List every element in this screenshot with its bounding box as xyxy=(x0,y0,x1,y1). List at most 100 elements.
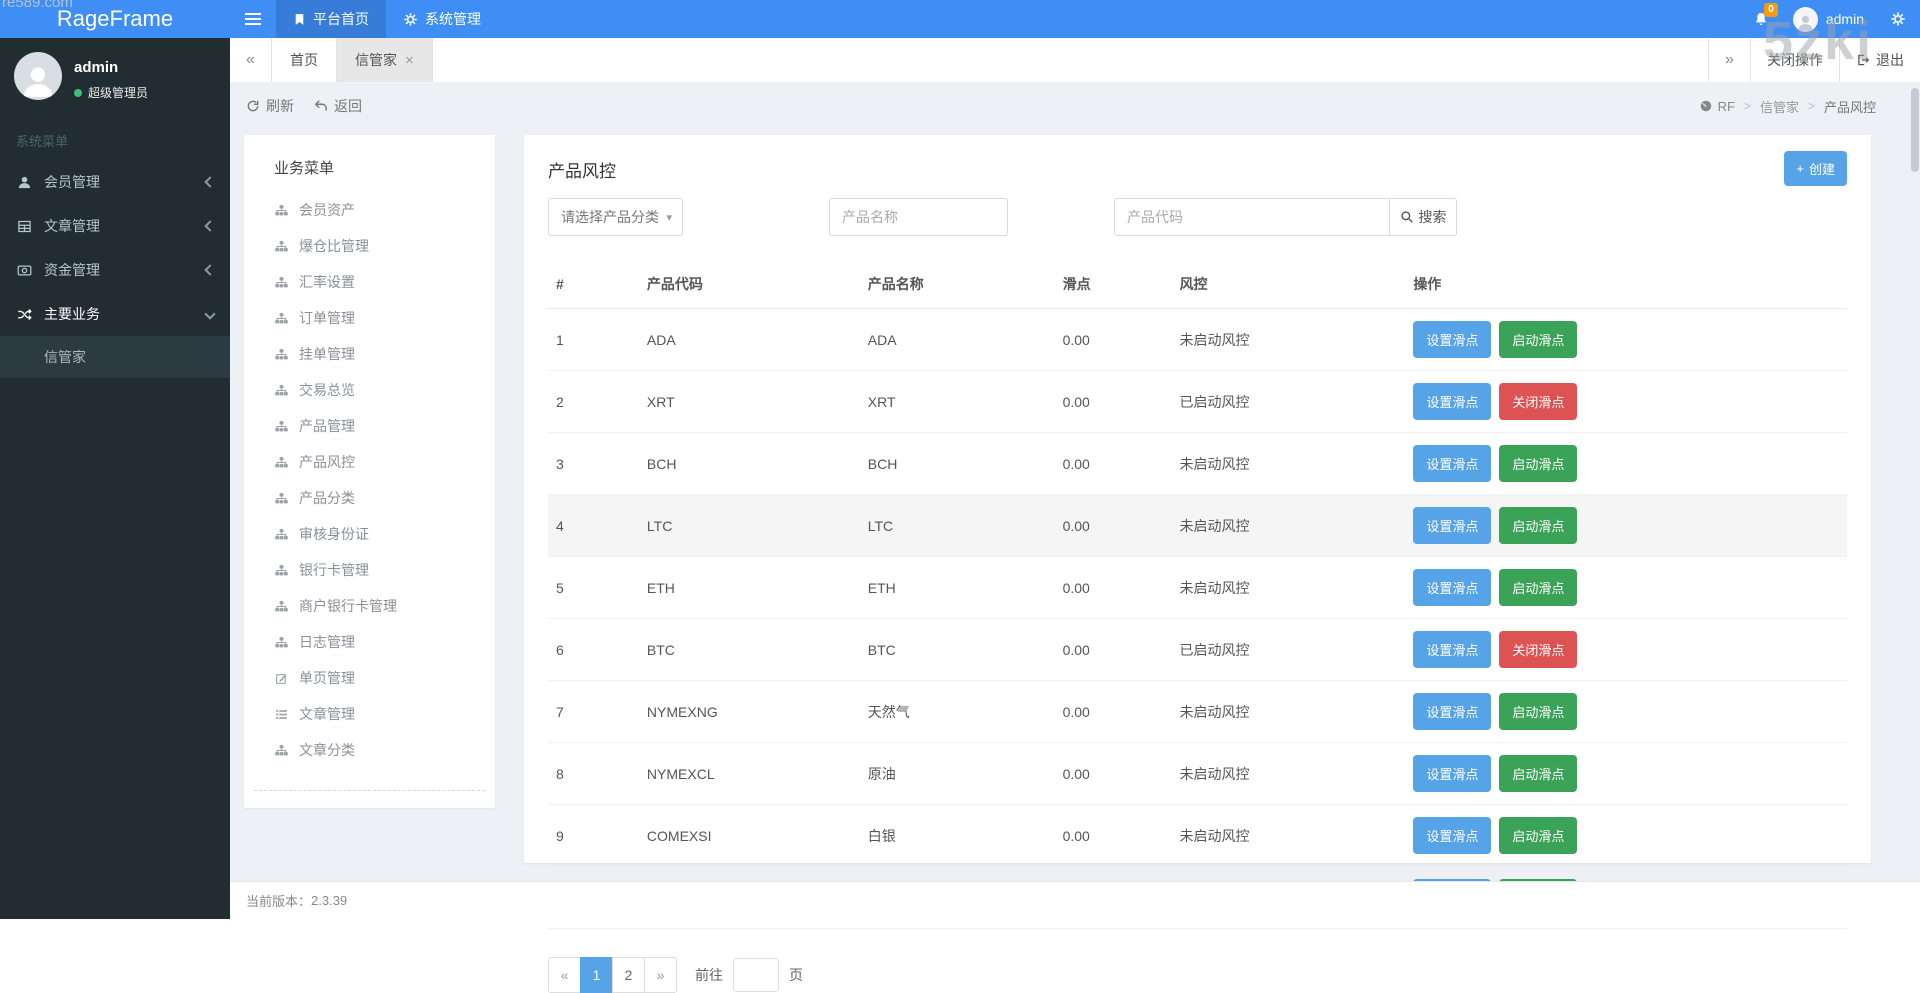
sitemap-icon xyxy=(274,276,288,289)
sidebar-subitem-xinguanjia[interactable]: 信管家 xyxy=(0,336,230,378)
set-slip-button[interactable]: 设置滑点 xyxy=(1413,321,1492,358)
product-risk-panel: 产品风控 + 创建 请选择产品分类 ▾ 搜索 xyxy=(524,135,1871,993)
business-menu-item[interactable]: 审核身份证 xyxy=(244,516,495,552)
business-menu-item-label: 产品风控 xyxy=(299,454,355,470)
toolbar-breadcrumb-row: 刷新 返回 RF > 信管家 > 产品风控 xyxy=(230,82,1920,130)
business-menu-item[interactable]: 产品分类 xyxy=(244,480,495,516)
product-category-select[interactable]: 请选择产品分类 ▾ xyxy=(548,198,683,236)
cell-slip: 0.00 xyxy=(1054,494,1172,557)
logout-button[interactable]: 退出 xyxy=(1839,38,1920,82)
business-menu-item[interactable]: 产品管理 xyxy=(244,408,495,444)
page-suffix-label: 页 xyxy=(789,967,803,983)
user-menu-button[interactable]: admin xyxy=(1781,0,1876,38)
product-code-input[interactable] xyxy=(1114,198,1390,236)
stop-slip-button[interactable]: 关闭滑点 xyxy=(1499,631,1578,668)
start-slip-button[interactable]: 启动滑点 xyxy=(1499,817,1578,854)
brand-logo[interactable]: RageFrame xyxy=(0,0,230,38)
refresh-button[interactable]: 刷新 xyxy=(246,96,294,116)
start-slip-button[interactable]: 启动滑点 xyxy=(1499,693,1578,730)
pagination-page-2[interactable]: 2 xyxy=(612,957,645,993)
pagination-page-1[interactable]: 1 xyxy=(580,957,613,993)
nav-item-system-manage[interactable]: 系统管理 xyxy=(386,0,498,38)
column-header-risk: 风控 xyxy=(1171,260,1406,309)
nav-item-platform-home[interactable]: 平台首页 xyxy=(276,0,386,38)
set-slip-button[interactable]: 设置滑点 xyxy=(1413,817,1492,854)
business-menu-item[interactable]: 商户银行卡管理 xyxy=(244,588,495,624)
business-menu-item[interactable]: 爆仓比管理 xyxy=(244,228,495,264)
cell-risk-status: 未启动风控 xyxy=(1171,742,1406,805)
filter-row: 请选择产品分类 ▾ 搜索 xyxy=(548,198,1847,238)
business-menu-item[interactable]: 文章分类 xyxy=(244,732,495,768)
start-slip-button[interactable]: 启动滑点 xyxy=(1499,569,1578,606)
sidebar-user-info: admin 超级管理员 xyxy=(74,52,148,101)
search-icon xyxy=(1400,210,1414,224)
cell-name: ADA xyxy=(859,308,1055,371)
business-menu-item[interactable]: 挂单管理 xyxy=(244,336,495,372)
sidebar-submenu: 信管家 xyxy=(0,336,230,378)
business-menu-item[interactable]: 银行卡管理 xyxy=(244,552,495,588)
breadcrumb-home[interactable]: RF xyxy=(1699,99,1735,114)
start-slip-button[interactable]: 启动滑点 xyxy=(1499,507,1578,544)
search-button[interactable]: 搜索 xyxy=(1390,198,1457,236)
set-slip-button[interactable]: 设置滑点 xyxy=(1413,755,1492,792)
cell-name: 原油 xyxy=(859,742,1055,805)
cell-code: NYMEXCL xyxy=(638,742,860,805)
business-menu-item[interactable]: 单页管理 xyxy=(244,660,495,696)
column-header-index: # xyxy=(548,260,639,309)
tab-xinguanjia[interactable]: 信管家 × xyxy=(337,38,433,82)
sidebar-item-funds[interactable]: 资金管理 xyxy=(0,248,230,292)
sitemap-icon xyxy=(274,744,288,757)
product-code-group: 搜索 xyxy=(1114,198,1457,236)
create-button[interactable]: + 创建 xyxy=(1784,151,1847,186)
back-button[interactable]: 返回 xyxy=(314,96,362,116)
notifications-button[interactable]: 0 xyxy=(1741,0,1781,38)
business-menu-item[interactable]: 交易总览 xyxy=(244,372,495,408)
set-slip-button[interactable]: 设置滑点 xyxy=(1413,631,1492,668)
close-icon[interactable]: × xyxy=(405,52,414,69)
set-slip-button[interactable]: 设置滑点 xyxy=(1413,507,1492,544)
back-arrow-icon xyxy=(314,99,328,113)
breadcrumb-item[interactable]: 信管家 xyxy=(1760,97,1799,116)
set-slip-button[interactable]: 设置滑点 xyxy=(1413,693,1492,730)
close-operations-button[interactable]: 关闭操作 xyxy=(1750,38,1839,82)
avatar xyxy=(1792,6,1818,32)
settings-button[interactable] xyxy=(1876,0,1920,38)
tab-home[interactable]: 首页 xyxy=(272,38,337,82)
table-row: 4 LTC LTC 0.00 未启动风控 设置滑点 启动滑点 xyxy=(548,494,1847,557)
scrollbar-thumb[interactable] xyxy=(1911,88,1919,172)
set-slip-button[interactable]: 设置滑点 xyxy=(1413,569,1492,606)
set-slip-button[interactable]: 设置滑点 xyxy=(1413,383,1492,420)
product-name-input[interactable] xyxy=(829,198,1008,236)
business-menu-item[interactable]: 文章管理 xyxy=(244,696,495,732)
sidebar-item-main-business[interactable]: 主要业务 xyxy=(0,292,230,336)
goto-page-input[interactable] xyxy=(733,958,779,992)
start-slip-button[interactable]: 启动滑点 xyxy=(1499,321,1578,358)
pagination-prev-button[interactable]: « xyxy=(548,957,581,993)
sidebar-toggle-button[interactable] xyxy=(230,0,276,38)
vertical-scrollbar[interactable] xyxy=(1911,84,1919,917)
refresh-icon xyxy=(246,99,260,113)
cell-code: BTC xyxy=(638,618,860,681)
tabs-scroll-left-button[interactable]: « xyxy=(230,38,272,82)
business-menu-item[interactable]: 会员资产 xyxy=(244,192,495,228)
business-menu-item[interactable]: 汇率设置 xyxy=(244,264,495,300)
business-menu-item-label: 文章分类 xyxy=(299,742,355,758)
sidebar-item-articles[interactable]: 文章管理 xyxy=(0,204,230,248)
stop-slip-button[interactable]: 关闭滑点 xyxy=(1499,383,1578,420)
start-slip-button[interactable]: 启动滑点 xyxy=(1499,445,1578,482)
cell-slip: 0.00 xyxy=(1054,556,1172,619)
cell-code: ETH xyxy=(638,556,860,619)
tabs-scroll-right-button[interactable]: » xyxy=(1708,38,1750,82)
cell-slip: 0.00 xyxy=(1054,680,1172,743)
business-menu-item[interactable]: 订单管理 xyxy=(244,300,495,336)
pagination-next-button[interactable]: » xyxy=(644,957,677,993)
business-menu-item[interactable]: 日志管理 xyxy=(244,624,495,660)
set-slip-button[interactable]: 设置滑点 xyxy=(1413,445,1492,482)
cell-risk-status: 未启动风控 xyxy=(1171,432,1406,495)
sidebar-item-members[interactable]: 会员管理 xyxy=(0,160,230,204)
business-menu-item[interactable]: 产品风控 xyxy=(244,444,495,480)
version-footer: 当前版本： 2.3.39 xyxy=(230,881,1920,919)
sitemap-icon xyxy=(274,492,288,505)
start-slip-button[interactable]: 启动滑点 xyxy=(1499,755,1578,792)
sitemap-icon xyxy=(274,240,288,253)
